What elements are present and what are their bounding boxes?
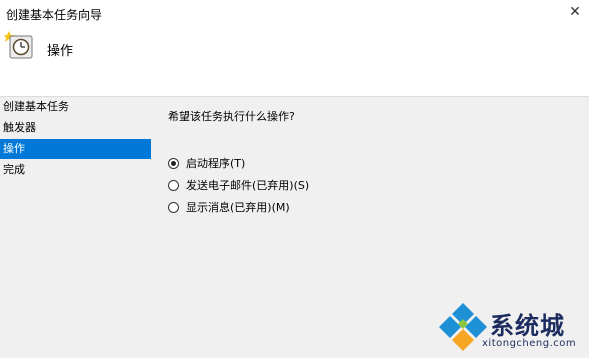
- close-icon: ✕: [569, 4, 581, 20]
- radio-display-message[interactable]: [168, 201, 179, 213]
- radio-start-program[interactable]: [168, 157, 179, 169]
- task-clock-icon: [4, 31, 33, 59]
- action-panel: 希望该任务执行什么操作? 启动程序(T) 发送电子邮件(已弃用)(S) 显示消息…: [168, 108, 309, 218]
- wizard-steps: 创建基本任务 触发器 操作 完成: [0, 97, 151, 181]
- window-title: 创建基本任务向导: [6, 8, 103, 22]
- option-start-program[interactable]: 启动程序(T): [168, 152, 309, 174]
- watermark-brand: 系统城: [490, 312, 565, 340]
- close-button[interactable]: ✕: [561, 0, 589, 24]
- step-action[interactable]: 操作: [0, 139, 151, 159]
- option-display-message-label[interactable]: 显示消息(已弃用)(M): [186, 199, 290, 215]
- action-prompt: 希望该任务执行什么操作?: [168, 110, 295, 123]
- step-trigger[interactable]: 触发器: [0, 118, 151, 138]
- page-title: 操作: [47, 44, 74, 59]
- radio-send-email[interactable]: [168, 179, 179, 191]
- window-titlebar: 创建基本任务向导 ✕: [0, 0, 589, 28]
- option-send-email-label[interactable]: 发送电子邮件(已弃用)(S): [186, 177, 309, 193]
- step-create-basic-task[interactable]: 创建基本任务: [0, 97, 151, 117]
- watermark-url: xitongcheng.com: [482, 338, 577, 349]
- step-finish[interactable]: 完成: [0, 160, 151, 180]
- option-display-message[interactable]: 显示消息(已弃用)(M): [168, 196, 309, 218]
- option-start-program-label[interactable]: 启动程序(T): [186, 155, 245, 171]
- watermark-logo: 系统城 xitongcheng.com: [436, 300, 586, 356]
- option-send-email[interactable]: 发送电子邮件(已弃用)(S): [168, 174, 309, 196]
- wizard-header: 操作: [0, 28, 589, 96]
